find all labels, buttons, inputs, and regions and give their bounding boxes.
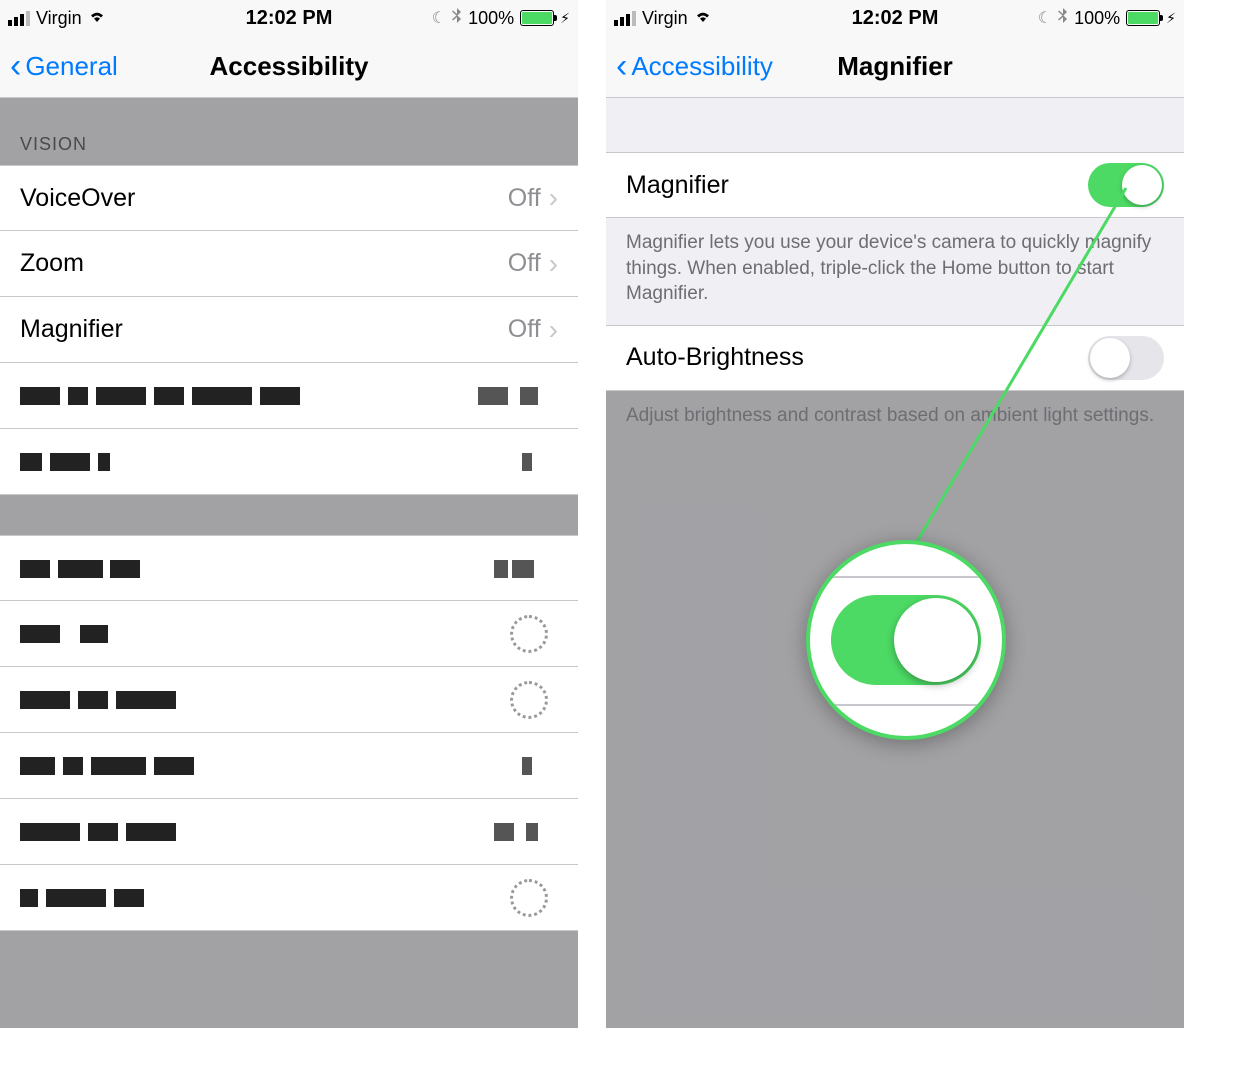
chevron-right-icon: › [549, 314, 558, 346]
row-zoom[interactable]: Zoom Off › [0, 231, 578, 297]
row-value: Off [508, 315, 541, 344]
obscured-row [0, 601, 578, 667]
page-title: Magnifier [837, 51, 953, 82]
chevron-right-icon: › [549, 182, 558, 214]
row-label: VoiceOver [20, 184, 508, 213]
phone-magnifier: Virgin 12:02 PM ☾ 100% ⚡︎ ‹ Accessibilit… [606, 0, 1184, 1028]
back-label: General [25, 51, 118, 82]
battery-pct: 100% [1074, 8, 1120, 29]
toggle-auto-brightness[interactable] [1088, 336, 1164, 380]
content: VISION VoiceOver Off › Zoom Off › Magnif… [0, 98, 578, 931]
charging-icon: ⚡︎ [560, 10, 570, 27]
nav-bar: ‹ General Accessibility [0, 36, 578, 98]
row-value: Off [508, 249, 541, 278]
row-auto-brightness[interactable]: Auto-Brightness [606, 325, 1184, 391]
row-magnifier-toggle[interactable]: Magnifier [606, 152, 1184, 218]
row-label: Magnifier [20, 315, 508, 344]
obscured-row [0, 363, 578, 429]
obscured-row [0, 733, 578, 799]
obscured-row [0, 865, 578, 931]
row-voiceover[interactable]: VoiceOver Off › [0, 165, 578, 231]
chevron-left-icon: ‹ [10, 58, 21, 75]
battery-icon [520, 10, 554, 26]
battery-icon [1126, 10, 1160, 26]
carrier-label: Virgin [36, 8, 82, 29]
toggle-magnifier[interactable] [1088, 163, 1164, 207]
row-label: Zoom [20, 249, 508, 278]
page-title: Accessibility [210, 51, 369, 82]
nav-bar: ‹ Accessibility Magnifier [606, 36, 1184, 98]
signal-icon [614, 11, 636, 26]
bluetooth-icon [452, 8, 462, 29]
bluetooth-icon [1058, 8, 1068, 29]
phone-accessibility: Virgin 12:02 PM ☾ 100% ⚡︎ ‹ General Acce… [0, 0, 578, 1028]
status-bar: Virgin 12:02 PM ☾ 100% ⚡︎ [606, 0, 1184, 36]
signal-icon [8, 11, 30, 26]
carrier-label: Virgin [642, 8, 688, 29]
zoom-callout [806, 540, 1006, 740]
chevron-left-icon: ‹ [616, 58, 627, 75]
wifi-icon [88, 9, 106, 28]
battery-pct: 100% [468, 8, 514, 29]
content: Magnifier Magnifier lets you use your de… [606, 98, 1184, 447]
moon-icon: ☾ [432, 8, 446, 28]
row-label: Auto-Brightness [626, 343, 1088, 372]
obscured-row [0, 667, 578, 733]
chevron-right-icon: › [549, 248, 558, 280]
obscured-row [0, 535, 578, 601]
section-header-vision: VISION [0, 98, 578, 165]
wifi-icon [694, 9, 712, 28]
obscured-row [0, 799, 578, 865]
back-label: Accessibility [631, 51, 773, 82]
section-gap [0, 495, 578, 535]
row-label: Magnifier [626, 171, 1088, 200]
footer-auto-brightness: Adjust brightness and contrast based on … [606, 391, 1184, 447]
back-button[interactable]: ‹ General [10, 51, 118, 82]
back-button[interactable]: ‹ Accessibility [616, 51, 773, 82]
moon-icon: ☾ [1038, 8, 1052, 28]
footer-magnifier: Magnifier lets you use your device's cam… [606, 218, 1184, 325]
row-value: Off [508, 184, 541, 213]
clock: 12:02 PM [852, 7, 939, 30]
charging-icon: ⚡︎ [1166, 10, 1176, 27]
section-gap [606, 98, 1184, 152]
status-bar: Virgin 12:02 PM ☾ 100% ⚡︎ [0, 0, 578, 36]
obscured-row [0, 429, 578, 495]
toggle-zoomed-icon [831, 595, 981, 685]
row-magnifier[interactable]: Magnifier Off › [0, 297, 578, 363]
clock: 12:02 PM [246, 7, 333, 30]
